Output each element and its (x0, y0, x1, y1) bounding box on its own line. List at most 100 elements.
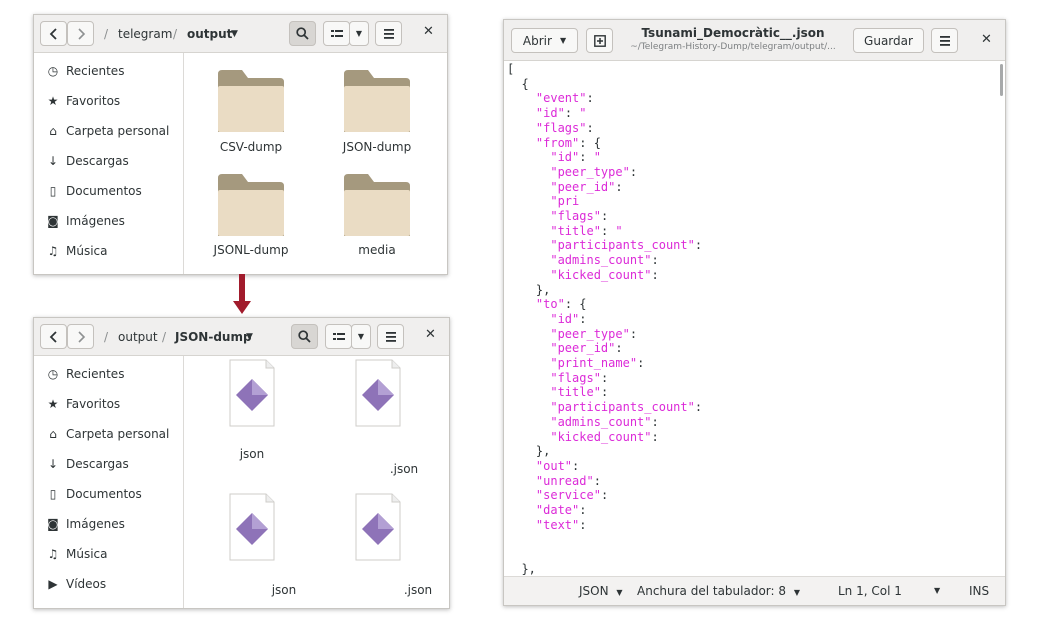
home-icon: ⌂ (49, 427, 57, 441)
tab-width-selector[interactable]: Anchura del tabulador: 8 ▼ (637, 584, 800, 598)
close-icon[interactable]: ✕ (423, 24, 434, 39)
open-button[interactable]: Abrir ▼ (511, 28, 578, 53)
back-button[interactable] (40, 21, 67, 46)
language-selector[interactable]: JSON ▼ (579, 584, 623, 598)
search-button[interactable] (291, 324, 318, 349)
search-icon (298, 330, 311, 343)
breadcrumb-json-dump[interactable]: JSON-dump (175, 330, 252, 344)
sidebar-item-label: Descargas (66, 154, 129, 168)
view-options-button[interactable]: ▼ (349, 21, 369, 46)
hamburger-menu-icon (383, 28, 394, 39)
sidebar-item-label: Documentos (66, 184, 142, 198)
document-icon: ▯ (49, 184, 57, 198)
view-list-button[interactable] (325, 324, 352, 349)
folder-label[interactable]: media (325, 243, 429, 257)
sidebar-item-musica[interactable]: ♫ Música (45, 244, 108, 258)
hamburger-menu-icon (385, 331, 396, 342)
vertical-scrollbar[interactable] (1000, 64, 1003, 96)
file-label[interactable]: .json (398, 583, 438, 597)
code-line: "out": (535, 458, 580, 473)
chevron-down-icon: ▼ (355, 29, 363, 38)
json-file-icon[interactable] (229, 359, 275, 427)
sidebar-item-label: Favoritos (66, 94, 121, 108)
view-list-button[interactable] (323, 21, 350, 46)
file-label[interactable]: json (232, 447, 272, 461)
folder-icon[interactable] (344, 174, 410, 236)
breadcrumb-telegram[interactable]: telegram (118, 27, 172, 41)
camera-icon: ◙ (47, 517, 59, 531)
new-tab-button[interactable] (586, 28, 613, 53)
folder-label[interactable]: JSONL-dump (199, 243, 303, 257)
code-line: "peer_id": (550, 179, 623, 194)
code-line: "participants_count": (550, 238, 703, 253)
chevron-down-icon[interactable]: ▼ (231, 29, 238, 39)
chevron-down-icon[interactable]: ▼ (934, 586, 940, 595)
sidebar-item-descargas[interactable]: ↓ Descargas (45, 154, 129, 168)
folder-icon[interactable] (218, 174, 284, 236)
folder-label[interactable]: JSON-dump (325, 140, 429, 154)
code-line: "admins_count": (550, 253, 659, 268)
json-file-icon[interactable] (229, 493, 275, 561)
code-line: "from": { (535, 135, 601, 150)
forward-button[interactable] (67, 21, 94, 46)
menu-button[interactable] (377, 324, 404, 349)
chevron-down-icon: ▼ (793, 588, 800, 597)
list-view-icon (332, 332, 345, 340)
code-line: "flags": (550, 209, 609, 224)
clock-icon: ◷ (47, 64, 59, 78)
home-icon: ⌂ (49, 124, 57, 138)
sidebar-item-label: Documentos (66, 487, 142, 501)
sidebar-item-descargas[interactable]: ↓ Descargas (45, 457, 129, 471)
arrow-down-icon (233, 274, 251, 314)
code-line: "flags": (535, 120, 594, 135)
sidebar-item-videos[interactable]: ▶ Vídeos (45, 577, 106, 591)
code-line: "kicked_count": (550, 429, 659, 444)
breadcrumb-output[interactable]: output (187, 27, 232, 41)
sidebar-item-favoritos[interactable]: ★ Favoritos (45, 397, 121, 411)
file-label[interactable]: .json (384, 462, 424, 476)
sidebar-item-musica[interactable]: ♫ Música (45, 547, 108, 561)
sidebar-item-label: Imágenes (66, 517, 125, 531)
search-button[interactable] (289, 21, 316, 46)
download-icon: ↓ (47, 457, 59, 471)
language-label: JSON (579, 584, 609, 598)
cursor-position[interactable]: Ln 1, Col 1 (838, 584, 902, 598)
breadcrumb-output[interactable]: output (118, 330, 158, 344)
text-view[interactable]: [ { "event": "id": " "flags": "from": { … (507, 62, 702, 577)
save-label: Guardar (864, 33, 913, 48)
sidebar-item-imagenes[interactable]: ◙ Imágenes (45, 214, 125, 228)
chevron-down-icon[interactable]: ▼ (246, 332, 253, 342)
sidebar-item-recientes[interactable]: ◷ Recientes (45, 367, 125, 381)
menu-button[interactable] (375, 21, 402, 46)
clock-icon: ◷ (47, 367, 59, 381)
forward-button[interactable] (67, 324, 94, 349)
menu-button[interactable] (931, 28, 958, 53)
folder-label[interactable]: CSV-dump (199, 140, 303, 154)
sidebar-item-documentos[interactable]: ▯ Documentos (45, 487, 142, 501)
sidebar-item-imagenes[interactable]: ◙ Imágenes (45, 517, 125, 531)
view-options-button[interactable]: ▼ (351, 324, 371, 349)
json-file-icon[interactable] (355, 493, 401, 561)
sidebar-item-recientes[interactable]: ◷ Recientes (45, 64, 125, 78)
code-line: "title": (550, 385, 609, 400)
sidebar-item-favoritos[interactable]: ★ Favoritos (45, 94, 121, 108)
chevron-down-icon: ▼ (616, 588, 623, 597)
forward-arrow-icon (77, 27, 85, 40)
sidebar-item-label: Descargas (66, 457, 129, 471)
sidebar-item-documentos[interactable]: ▯ Documentos (45, 184, 142, 198)
code-line: }, (507, 282, 551, 297)
back-button[interactable] (40, 324, 67, 349)
save-button[interactable]: Guardar (853, 28, 924, 53)
status-bar: JSON ▼ Anchura del tabulador: 8 ▼ Ln 1, … (504, 576, 1005, 605)
breadcrumb-separator: / (162, 330, 167, 344)
close-icon[interactable]: ✕ (981, 32, 992, 47)
sidebar-item-carpeta-personal[interactable]: ⌂ Carpeta personal (45, 427, 169, 441)
json-file-icon[interactable] (355, 359, 401, 427)
folder-icon[interactable] (218, 70, 284, 132)
folder-icon[interactable] (344, 70, 410, 132)
close-icon[interactable]: ✕ (425, 327, 436, 342)
file-label[interactable]: json (264, 583, 304, 597)
sidebar-item-carpeta-personal[interactable]: ⌂ Carpeta personal (45, 124, 169, 138)
